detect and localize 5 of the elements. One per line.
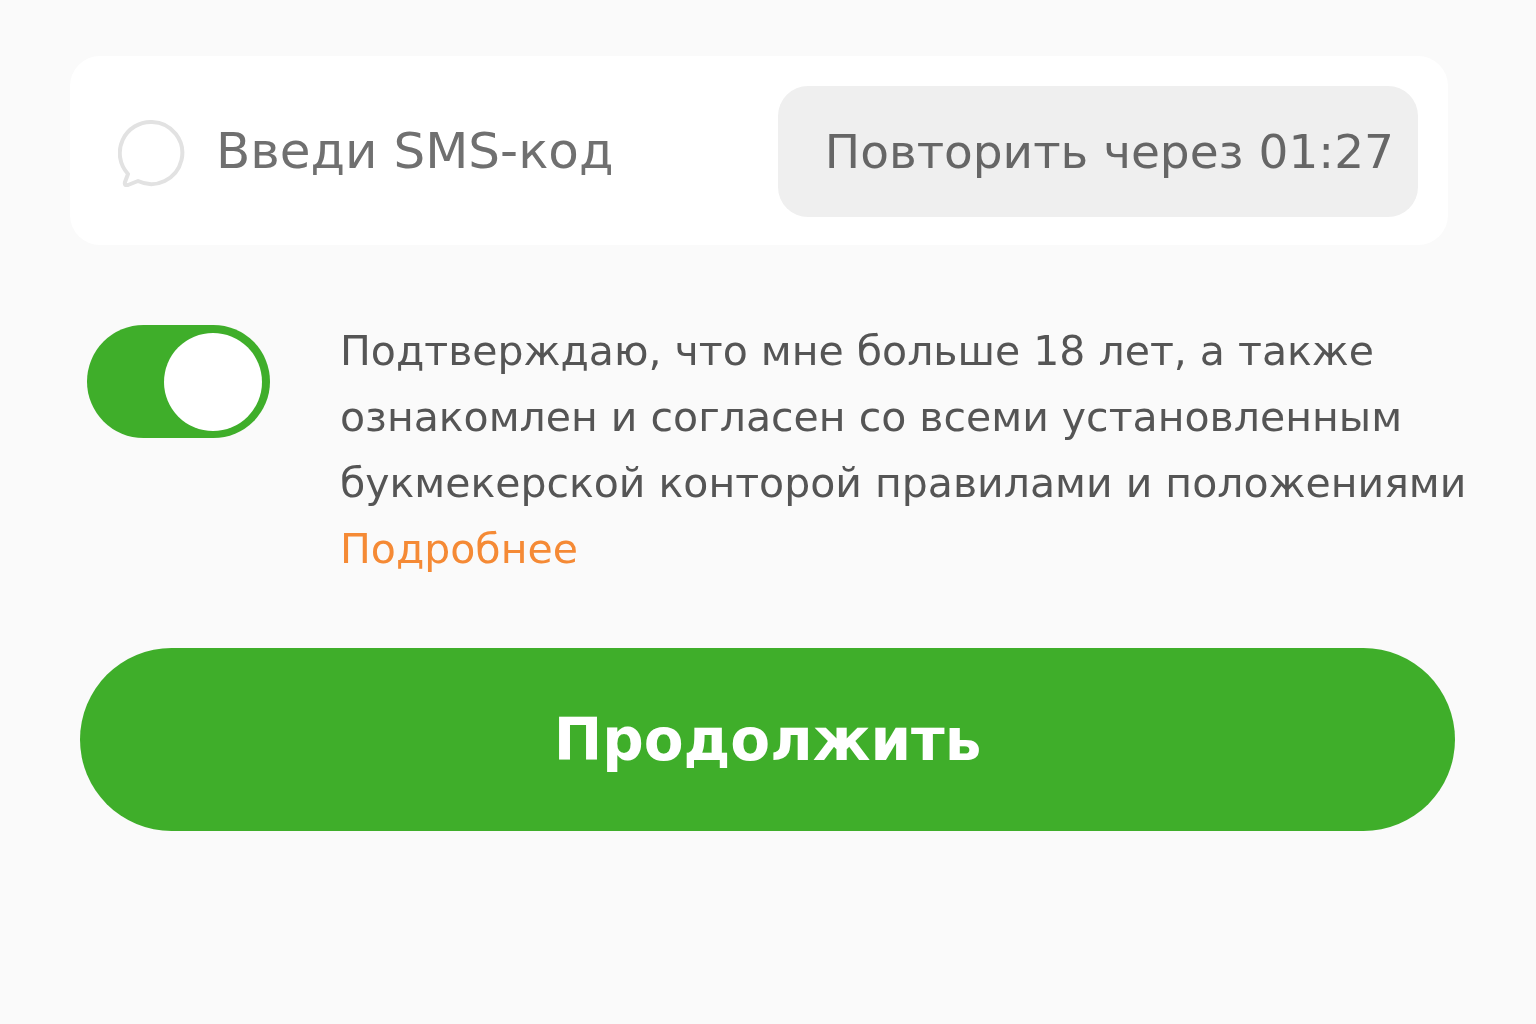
consent-text: Подтверждаю, что мне больше 18 лет, а также ознакомлен и согласен со всеми установленным букмекерской конторой правилами и положениями <box>340 326 1468 509</box>
speech-bubble-icon <box>118 118 186 187</box>
details-link[interactable]: Подробнее <box>340 516 578 582</box>
sms-code-input[interactable]: Введи SMS-код <box>216 115 778 186</box>
continue-button[interactable]: Продолжить <box>80 648 1455 831</box>
